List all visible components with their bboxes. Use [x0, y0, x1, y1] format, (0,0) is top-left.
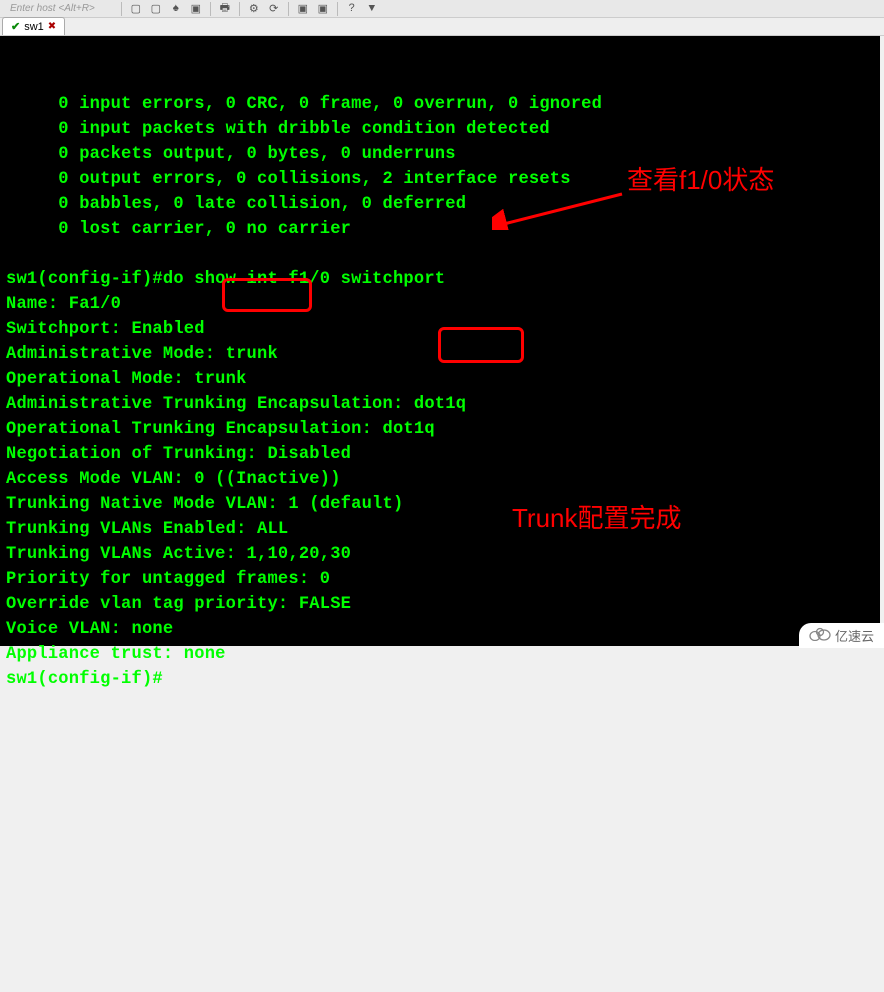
- watermark: 亿速云: [799, 623, 884, 648]
- host-hint[interactable]: Enter host <Alt+R>: [10, 3, 95, 14]
- help-icon[interactable]: ?: [344, 1, 360, 17]
- print-icon[interactable]: 🖶: [217, 1, 233, 17]
- terminal[interactable]: 0 input errors, 0 CRC, 0 frame, 0 overru…: [0, 36, 880, 646]
- cloud-icon: [809, 627, 831, 644]
- gear-icon[interactable]: ⚙: [246, 1, 262, 17]
- close-icon[interactable]: ✖: [48, 21, 56, 32]
- terminal-content: 0 input errors, 0 CRC, 0 frame, 0 overru…: [6, 92, 874, 692]
- toolbar-icon-6[interactable]: ▣: [295, 1, 311, 17]
- toolbar-icon-2[interactable]: ▢: [148, 1, 164, 17]
- toolbar-divider: [288, 2, 289, 16]
- tab-bar: ✔ sw1 ✖: [0, 18, 884, 36]
- toolbar-icon-4[interactable]: ▣: [188, 1, 204, 17]
- top-toolbar: Enter host <Alt+R> ▢ ▢ ♠ ▣ 🖶 ⚙ ⟳ ▣ ▣ ? ▼: [0, 0, 884, 18]
- check-icon: ✔: [11, 20, 20, 33]
- toolbar-divider: [210, 2, 211, 16]
- toolbar-icon-5[interactable]: ⟳: [266, 1, 282, 17]
- toolbar-icon-3[interactable]: ♠: [168, 1, 184, 17]
- tab-sw1[interactable]: ✔ sw1 ✖: [2, 17, 65, 35]
- toolbar-divider: [121, 2, 122, 16]
- tab-label: sw1: [24, 21, 44, 33]
- toolbar-divider: [337, 2, 338, 16]
- toolbar-divider: [239, 2, 240, 16]
- toolbar-icon-7[interactable]: ▣: [315, 1, 331, 17]
- toolbar-icon-8[interactable]: ▼: [364, 1, 380, 17]
- watermark-text: 亿速云: [835, 626, 874, 645]
- toolbar-icon-1[interactable]: ▢: [128, 1, 144, 17]
